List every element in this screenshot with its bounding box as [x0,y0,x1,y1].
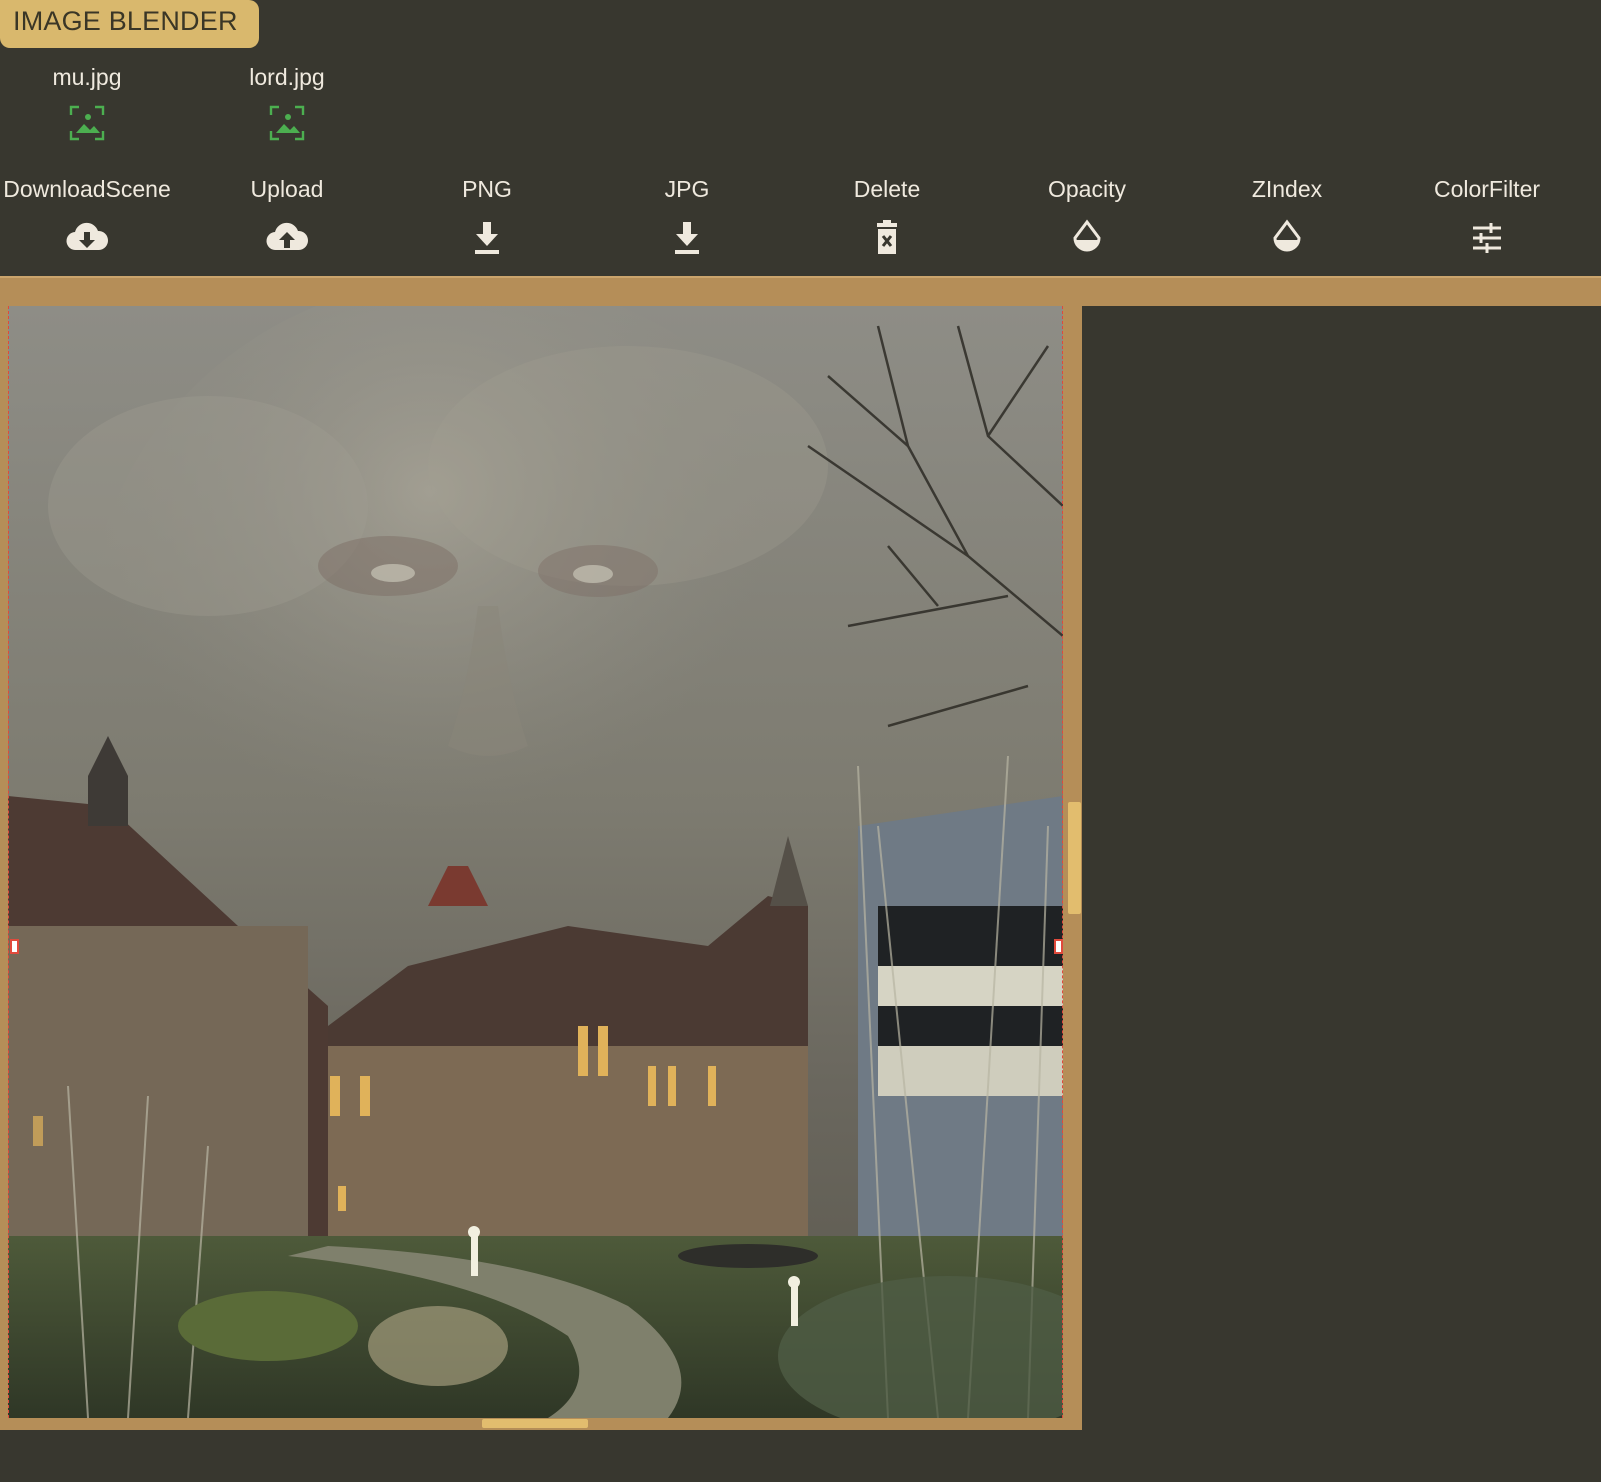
resize-handle-right[interactable] [1054,939,1063,954]
export-jpg-button[interactable]: JPG [587,172,787,258]
blend-canvas[interactable] [8,306,1063,1418]
tool-label: PNG [462,176,512,202]
blended-scene-image [8,306,1063,1418]
upload-button[interactable]: Upload [187,172,387,258]
vertical-scrollbar[interactable] [1068,802,1081,914]
toolbar-divider [0,276,1601,306]
image-placeholder-icon [69,105,105,141]
tool-label: Opacity [1048,176,1126,202]
opacity-button[interactable]: Opacity [987,172,1187,258]
file-item-lord[interactable]: lord.jpg [207,63,367,141]
delete-button[interactable]: Delete [787,172,987,258]
horizontal-scrollbar[interactable] [482,1419,588,1428]
color-filter-button[interactable]: ColorFilter [1387,172,1587,258]
file-name: lord.jpg [249,64,325,90]
download-icon [475,222,499,254]
app-title: IMAGE BLENDER [0,0,259,48]
droplet-icon [1273,219,1301,252]
resize-handle-left[interactable] [10,939,19,954]
tool-label: JPG [664,176,710,202]
image-placeholder-icon [269,105,305,141]
export-png-button[interactable]: PNG [387,172,587,258]
download-scene-button[interactable]: DownloadScene [0,172,187,258]
cloud-download-icon [66,222,109,251]
tool-label: Delete [853,176,921,202]
cloud-upload-icon [266,222,309,251]
zindex-button[interactable]: ZIndex [1187,172,1387,258]
download-icon [675,222,699,254]
tool-label: Upload [250,176,324,202]
sliders-icon [1473,223,1501,253]
trash-icon [877,220,897,254]
tool-label: ZIndex [1251,176,1323,202]
selection-border-right [1062,306,1063,1418]
selection-border-left [8,306,9,1418]
stage-frame [0,306,1082,1430]
droplet-icon [1073,219,1101,252]
file-name: mu.jpg [52,64,122,90]
tool-label: DownloadScene [3,176,171,202]
file-item-mu[interactable]: mu.jpg [7,63,167,141]
tool-label: ColorFilter [1433,176,1541,202]
